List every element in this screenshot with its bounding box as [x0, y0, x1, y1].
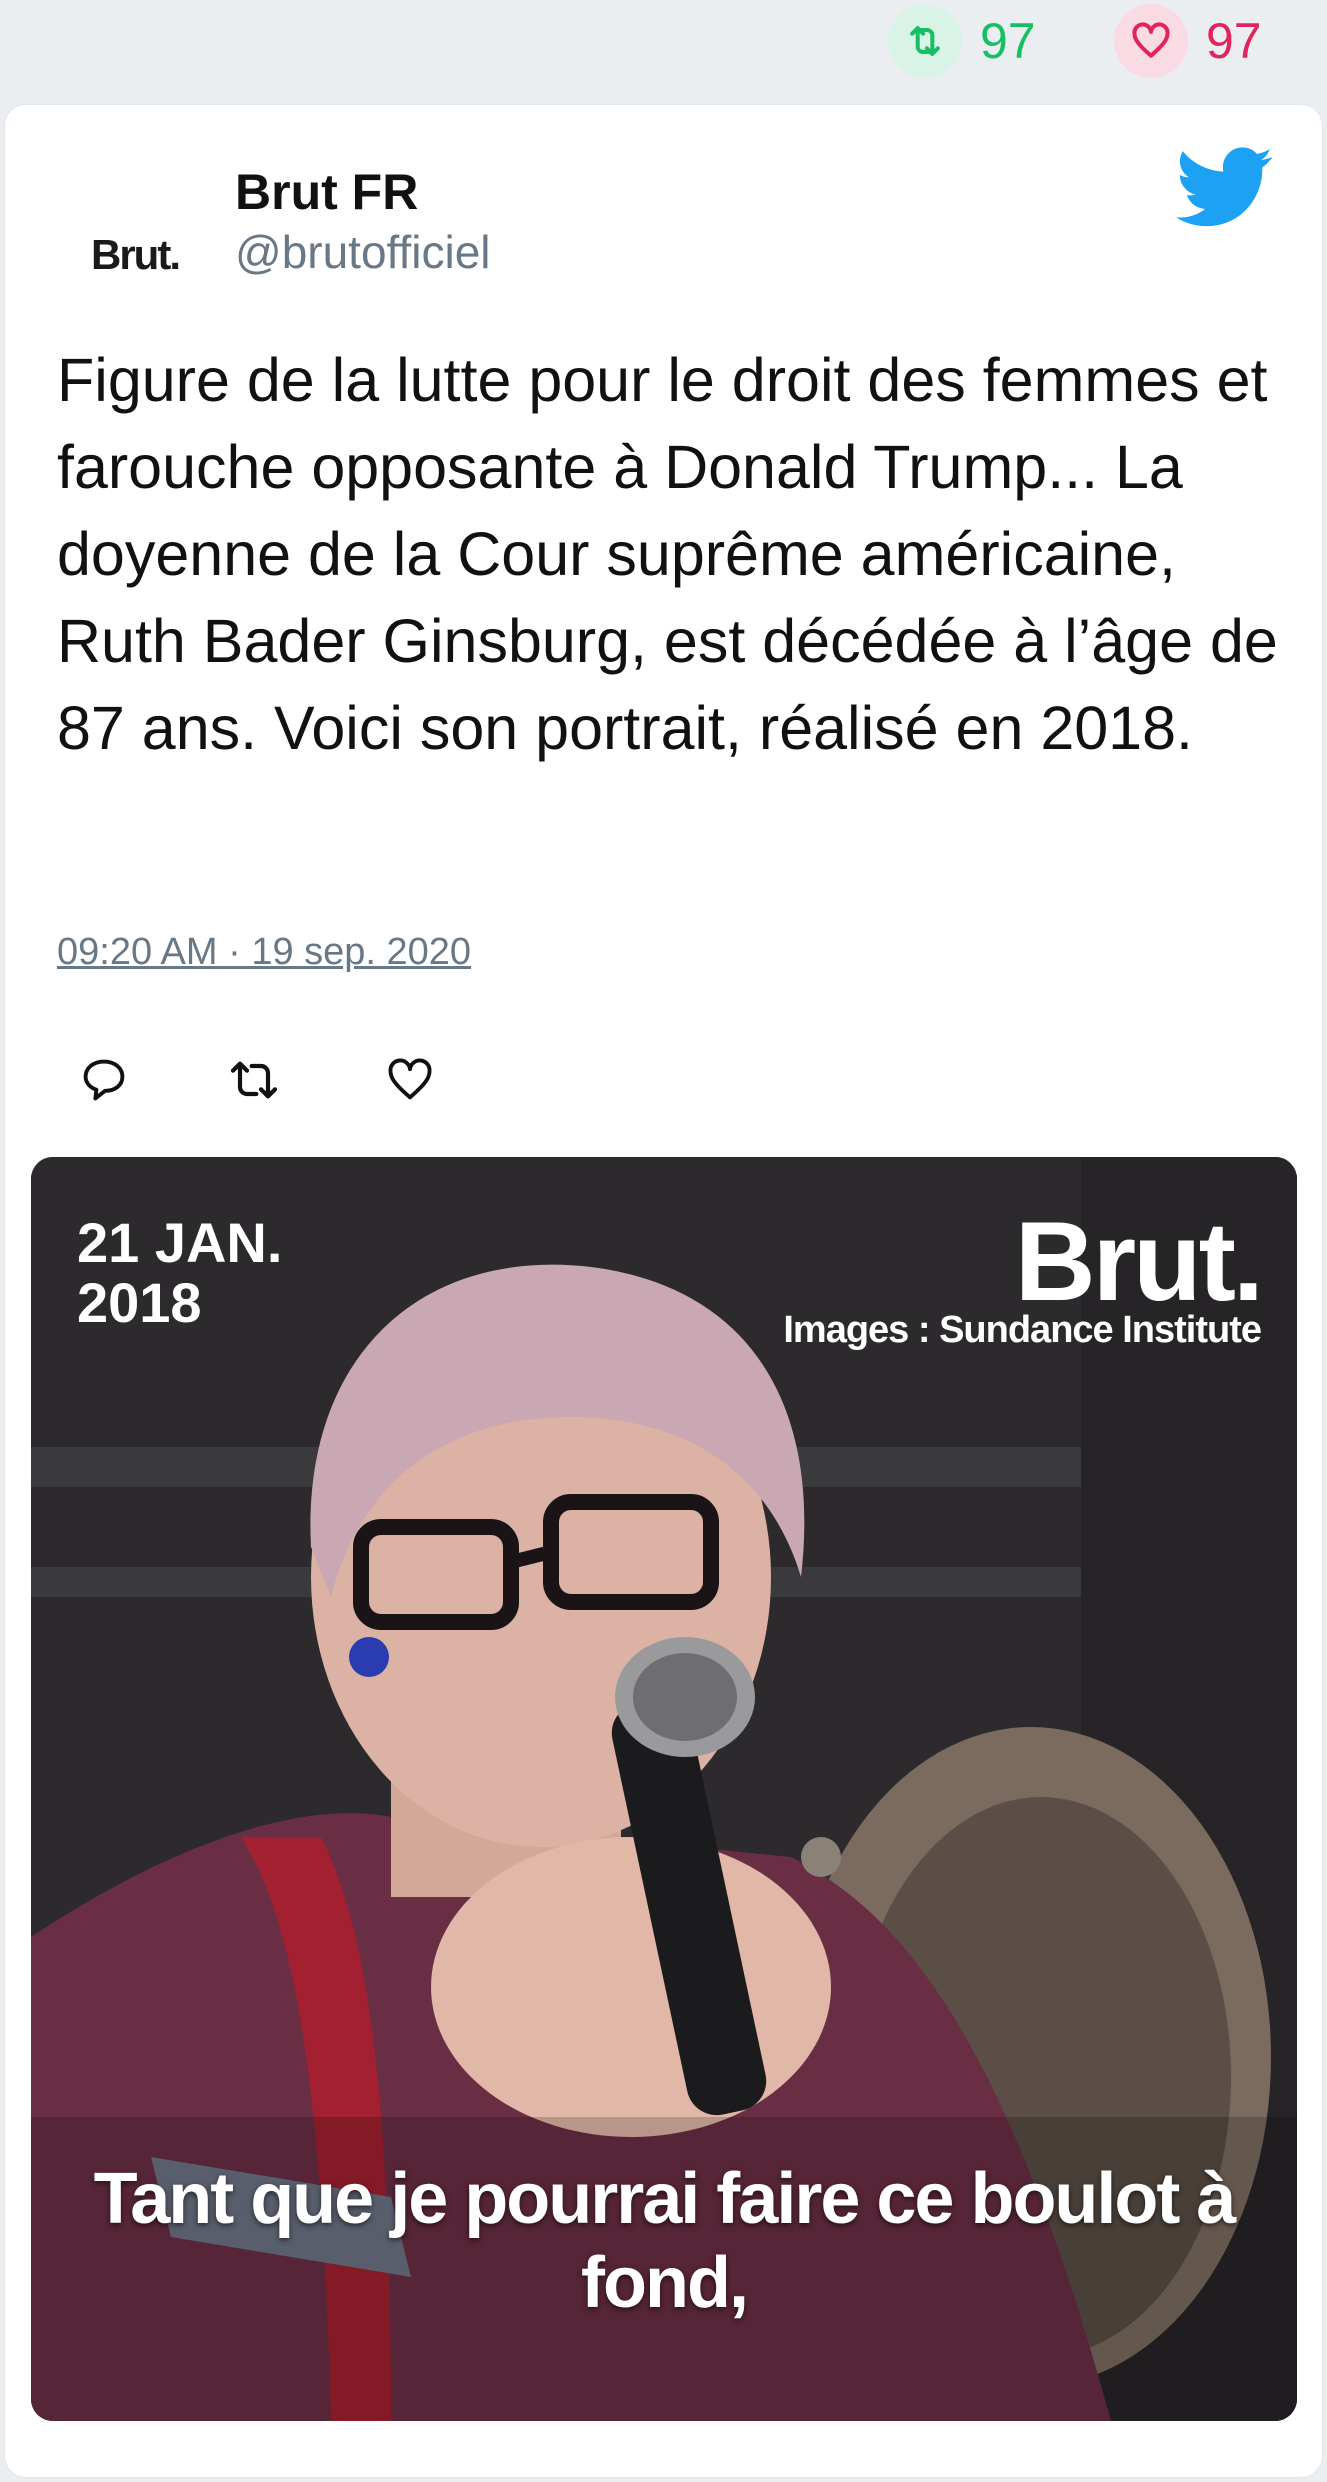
- heart-icon[interactable]: [1114, 4, 1188, 78]
- image-credit: Images : Sundance Institute: [783, 1309, 1262, 1351]
- video-date: 21 JAN. 2018: [77, 1211, 283, 1334]
- like-count: 97: [1206, 13, 1262, 69]
- like-stat[interactable]: 97: [1114, 4, 1262, 78]
- tweet-timestamp[interactable]: 09:20 AM · 19 sep. 2020: [57, 931, 471, 974]
- brut-logo: Brut.: [1014, 1199, 1264, 1324]
- engagement-bar: 97 97: [0, 0, 1327, 100]
- tweet-card[interactable]: Brut. Brut FR @brutofficiel Figure de la…: [4, 104, 1323, 2478]
- reply-icon[interactable]: [69, 1045, 139, 1115]
- avatar[interactable]: Brut.: [65, 185, 205, 325]
- like-action-icon[interactable]: [375, 1045, 445, 1115]
- video-subtitle: Tant que je pourrai faire ce boulot à fo…: [93, 2159, 1237, 2323]
- tweet-text: Figure de la lutte pour le droit des fem…: [57, 346, 1278, 762]
- retweet-count: 97: [980, 13, 1036, 69]
- retweet-stat[interactable]: 97: [888, 4, 1036, 78]
- twitter-bird-icon[interactable]: [1175, 147, 1275, 229]
- video-thumbnail[interactable]: 21 JAN. 2018 Brut. Images : Sundance Ins…: [31, 1157, 1297, 2421]
- author-name[interactable]: Brut FR: [235, 163, 418, 221]
- retweet-action-icon[interactable]: [219, 1045, 289, 1115]
- author-handle[interactable]: @brutofficiel: [235, 225, 491, 279]
- retweet-icon[interactable]: [888, 4, 962, 78]
